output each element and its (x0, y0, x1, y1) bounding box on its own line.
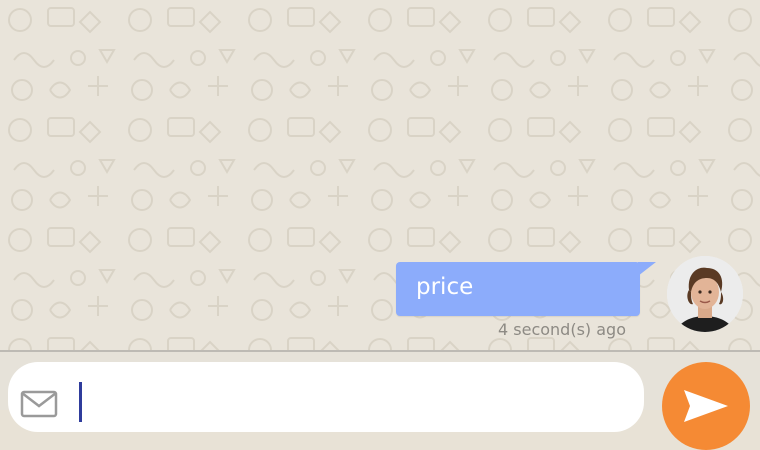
chat-area[interactable]: price 4 second(s) ago (0, 0, 760, 350)
avatar[interactable] (667, 256, 743, 332)
message-bubble-outgoing[interactable]: price (396, 262, 640, 316)
composer-bar (0, 352, 760, 450)
message-bubble-tail (638, 262, 656, 276)
text-caret (79, 382, 82, 422)
user-avatar-icon (667, 256, 743, 332)
send-arrow-icon (684, 390, 728, 422)
wallpaper-pattern (0, 0, 760, 350)
mail-icon (20, 390, 58, 418)
message-input[interactable] (88, 376, 612, 418)
message-text: price (416, 274, 474, 300)
message-timestamp: 4 second(s) ago (498, 320, 626, 339)
message-input-container[interactable] (8, 362, 644, 432)
send-button[interactable] (662, 362, 750, 450)
